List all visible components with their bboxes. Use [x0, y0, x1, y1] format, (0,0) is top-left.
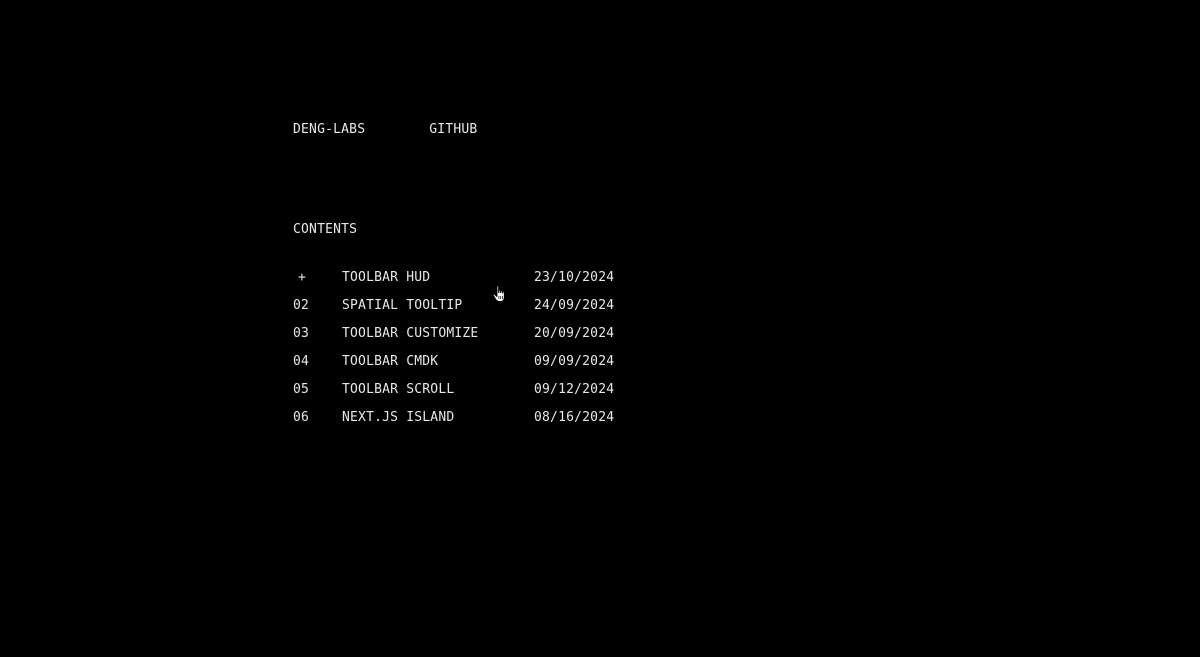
- item-date: 20/09/2024: [534, 326, 615, 341]
- item-number: 04: [293, 354, 310, 369]
- item-title: TOOLBAR CMDK: [342, 354, 439, 369]
- item-date: 09/09/2024: [534, 354, 615, 369]
- item-title: TOOLBAR SCROLL: [342, 382, 455, 397]
- item-title: TOOLBAR CUSTOMIZE: [342, 326, 479, 341]
- hand-pointer-cursor-icon: [492, 285, 505, 302]
- item-number: 05: [293, 382, 310, 397]
- item-title: NEXT.JS ISLAND: [342, 410, 455, 425]
- contents-heading: CONTENTS: [293, 222, 358, 237]
- list-item-spatial-tooltip[interactable]: 02 SPATIAL TOOLTIP 24/09/2024: [293, 298, 614, 326]
- item-date: 24/09/2024: [534, 298, 615, 313]
- deng-labs-link[interactable]: DENG-LABS: [293, 122, 365, 137]
- list-item-nextjs-island[interactable]: 06 NEXT.JS ISLAND 08/16/2024: [293, 410, 614, 438]
- expand-plus-icon[interactable]: +: [293, 270, 342, 298]
- item-date: 08/16/2024: [534, 410, 615, 425]
- item-number: 03: [293, 326, 310, 341]
- list-item-toolbar-cmdk[interactable]: 04 TOOLBAR CMDK 09/09/2024: [293, 354, 614, 382]
- github-link[interactable]: GITHUB: [429, 122, 477, 137]
- item-number: 02: [293, 298, 310, 313]
- item-number: 06: [293, 410, 310, 425]
- item-date: 23/10/2024: [534, 270, 615, 285]
- contents-list: + TOOLBAR HUD 23/10/2024 02 SPATIAL TOOL…: [293, 270, 614, 438]
- list-item-toolbar-hud[interactable]: + TOOLBAR HUD 23/10/2024: [293, 270, 614, 298]
- list-item-toolbar-scroll[interactable]: 05 TOOLBAR SCROLL 09/12/2024: [293, 382, 614, 410]
- item-date: 09/12/2024: [534, 382, 615, 397]
- header-nav: DENG-LABS GITHUB: [293, 122, 477, 137]
- list-item-toolbar-customize[interactable]: 03 TOOLBAR CUSTOMIZE 20/09/2024: [293, 326, 614, 354]
